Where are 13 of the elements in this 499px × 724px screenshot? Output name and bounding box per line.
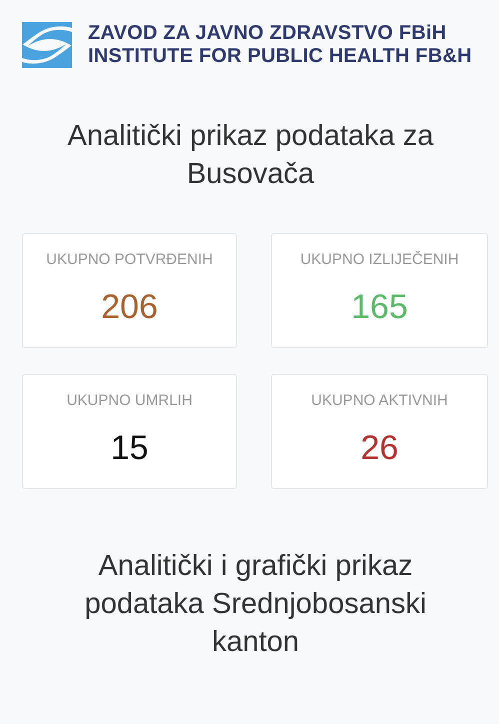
institute-name: INSTITUTE FOR PUBLIC HEALTH FB&H bbox=[88, 45, 472, 68]
section-heading: Analitički i grafički prikaz podataka Srednjobosanski kanton bbox=[84, 549, 428, 660]
stat-label: UKUPNO POTVRĐENIH bbox=[46, 251, 213, 268]
stat-value: 165 bbox=[351, 288, 408, 327]
logo-icon bbox=[22, 22, 72, 68]
stat-label: UKUPNO IZLIJEČENIH bbox=[300, 251, 459, 268]
institute-name: ZAVOD ZA JAVNO ZDRAVSTVO FBiH bbox=[88, 22, 448, 45]
stat-value: 206 bbox=[101, 288, 158, 327]
stat-label: UKUPNO UMRLIH bbox=[66, 392, 192, 409]
stat-value: 15 bbox=[110, 429, 148, 468]
stat-value: 26 bbox=[360, 429, 398, 468]
stat-label: UKUPNO AKTIVNIH bbox=[311, 392, 448, 409]
page-heading: Analitički prikaz podataka za Busovača bbox=[66, 119, 434, 192]
